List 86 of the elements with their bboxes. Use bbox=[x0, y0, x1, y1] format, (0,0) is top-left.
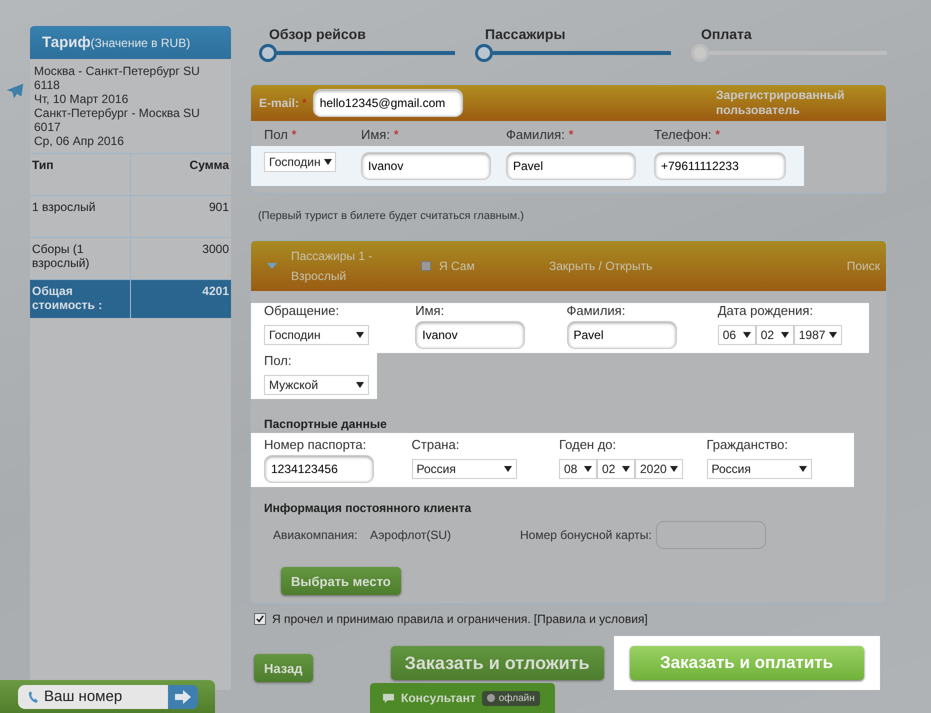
tariff-header: Тариф(Значение в RUB) bbox=[30, 26, 231, 59]
required-mark: * bbox=[715, 127, 720, 142]
total-value: 4201 bbox=[130, 280, 231, 318]
bonus-card-field[interactable] bbox=[656, 521, 766, 549]
chat-icon bbox=[382, 692, 395, 704]
caret-icon bbox=[356, 332, 364, 338]
field-label: Пол: bbox=[264, 353, 292, 370]
field-label: Номер паспорта: bbox=[264, 437, 368, 454]
email-field[interactable]: hello12345@gmail.com bbox=[312, 89, 463, 117]
field-label: Годен до: bbox=[559, 437, 618, 454]
field-label: Обращение: bbox=[264, 303, 340, 320]
text-field[interactable]: 1234123456 bbox=[264, 455, 374, 483]
flight-info: Ср, 06 Апр 2016 bbox=[34, 134, 125, 148]
terms-text: Я прочел и принимаю правила и ограничения. bbox=[272, 612, 531, 626]
caret-icon[interactable] bbox=[267, 263, 277, 269]
text-field[interactable]: +79611112233 bbox=[654, 152, 786, 180]
dropdown[interactable]: Россия bbox=[412, 459, 516, 479]
caret-icon bbox=[798, 466, 806, 472]
table-header: Сумма bbox=[130, 154, 231, 195]
caret-icon bbox=[324, 159, 332, 165]
field-label: Дата рождения: bbox=[718, 303, 814, 320]
step-label: Обзор рейсов bbox=[268, 26, 367, 44]
table-header: Тип bbox=[31, 157, 54, 174]
field-label: Гражданство: bbox=[706, 437, 790, 454]
required-mark: * bbox=[568, 127, 574, 142]
caret-icon bbox=[622, 466, 630, 472]
text-field[interactable]: Ivanov bbox=[361, 152, 491, 180]
checkbox[interactable] bbox=[254, 613, 266, 625]
dropdown[interactable]: 06 bbox=[718, 325, 756, 345]
field-label: Страна: bbox=[412, 437, 460, 454]
total-label: Общая стоимость : bbox=[31, 283, 104, 314]
phone-field[interactable]: Ваш номер bbox=[18, 684, 168, 708]
table-cell-text: Сборы (1 взрослый) bbox=[31, 241, 90, 272]
section-title: Паспортные данные bbox=[264, 417, 388, 431]
terms-link[interactable]: [Правила и условия] bbox=[534, 612, 648, 626]
flight-info: Чт, 10 Март 2016 bbox=[34, 92, 130, 106]
field-label: Телефон: bbox=[654, 127, 712, 142]
consultant-label: Консультант bbox=[401, 691, 476, 705]
step-label: Пассажиры bbox=[484, 26, 566, 44]
required-mark: * bbox=[302, 96, 307, 110]
caret-icon bbox=[828, 332, 837, 338]
field-label: Пол bbox=[264, 127, 288, 142]
caret-icon bbox=[504, 466, 512, 472]
section-title: Информация постоянного клиента bbox=[264, 501, 472, 515]
note-text: (Первый турист в билете будет считаться главным.) bbox=[258, 210, 525, 222]
dropdown[interactable]: 08 bbox=[559, 459, 597, 479]
field-label: Авиакомпания: bbox=[273, 528, 358, 542]
flight-info: Москва - Санкт-Петербург SU 6118 bbox=[34, 64, 201, 92]
field-label: Номер бонусной карты: bbox=[520, 528, 652, 542]
step-label: Оплата bbox=[700, 26, 753, 44]
flight-info: Санкт-Петербург - Москва SU 6017 bbox=[34, 106, 201, 134]
dropdown[interactable]: Мужской bbox=[264, 375, 369, 395]
airline-value: Аэрофлот(SU) bbox=[370, 528, 452, 542]
dropdown[interactable]: Россия bbox=[706, 459, 812, 479]
email-label: E-mail: bbox=[259, 96, 300, 110]
text-field[interactable]: Ivanov bbox=[415, 321, 526, 349]
required-mark: * bbox=[292, 127, 297, 142]
dropdown[interactable]: 2020 bbox=[635, 459, 683, 479]
text-field[interactable]: Pavel bbox=[566, 321, 676, 349]
checkbox[interactable] bbox=[421, 261, 431, 271]
checkbox-label: Я Сам bbox=[439, 259, 476, 273]
consultant-tab[interactable]: Консультант офлайн bbox=[370, 683, 555, 713]
dropdown[interactable]: 1987 bbox=[794, 325, 842, 345]
dropdown[interactable]: 02 bbox=[756, 325, 794, 345]
submit-button[interactable] bbox=[168, 684, 198, 708]
field-label: Фамилия: bbox=[506, 127, 565, 142]
status-dot-icon bbox=[486, 694, 495, 702]
caret-icon bbox=[780, 332, 789, 338]
caret-icon bbox=[356, 382, 364, 388]
caret-icon bbox=[584, 466, 592, 472]
passenger-title: Пассажиры 1 - Взрослый bbox=[291, 248, 374, 285]
phone-icon bbox=[28, 690, 38, 704]
required-mark: * bbox=[394, 127, 399, 142]
field-label: Фамилия: bbox=[566, 303, 626, 320]
field-label: Имя: bbox=[361, 127, 390, 142]
table-cell-text: 1 взрослый bbox=[31, 199, 96, 216]
status-badge: офлайн bbox=[482, 690, 540, 706]
field-label: Имя: bbox=[415, 303, 446, 320]
dropdown[interactable]: Господин bbox=[264, 152, 336, 172]
arrow-icon bbox=[175, 690, 191, 704]
text-field[interactable]: Pavel bbox=[506, 152, 636, 180]
dropdown[interactable]: 02 bbox=[597, 459, 635, 479]
dropdown[interactable]: Господин bbox=[264, 325, 369, 345]
caret-icon bbox=[670, 466, 678, 472]
table-cell: 901 bbox=[130, 196, 231, 237]
caret-icon bbox=[742, 332, 751, 338]
